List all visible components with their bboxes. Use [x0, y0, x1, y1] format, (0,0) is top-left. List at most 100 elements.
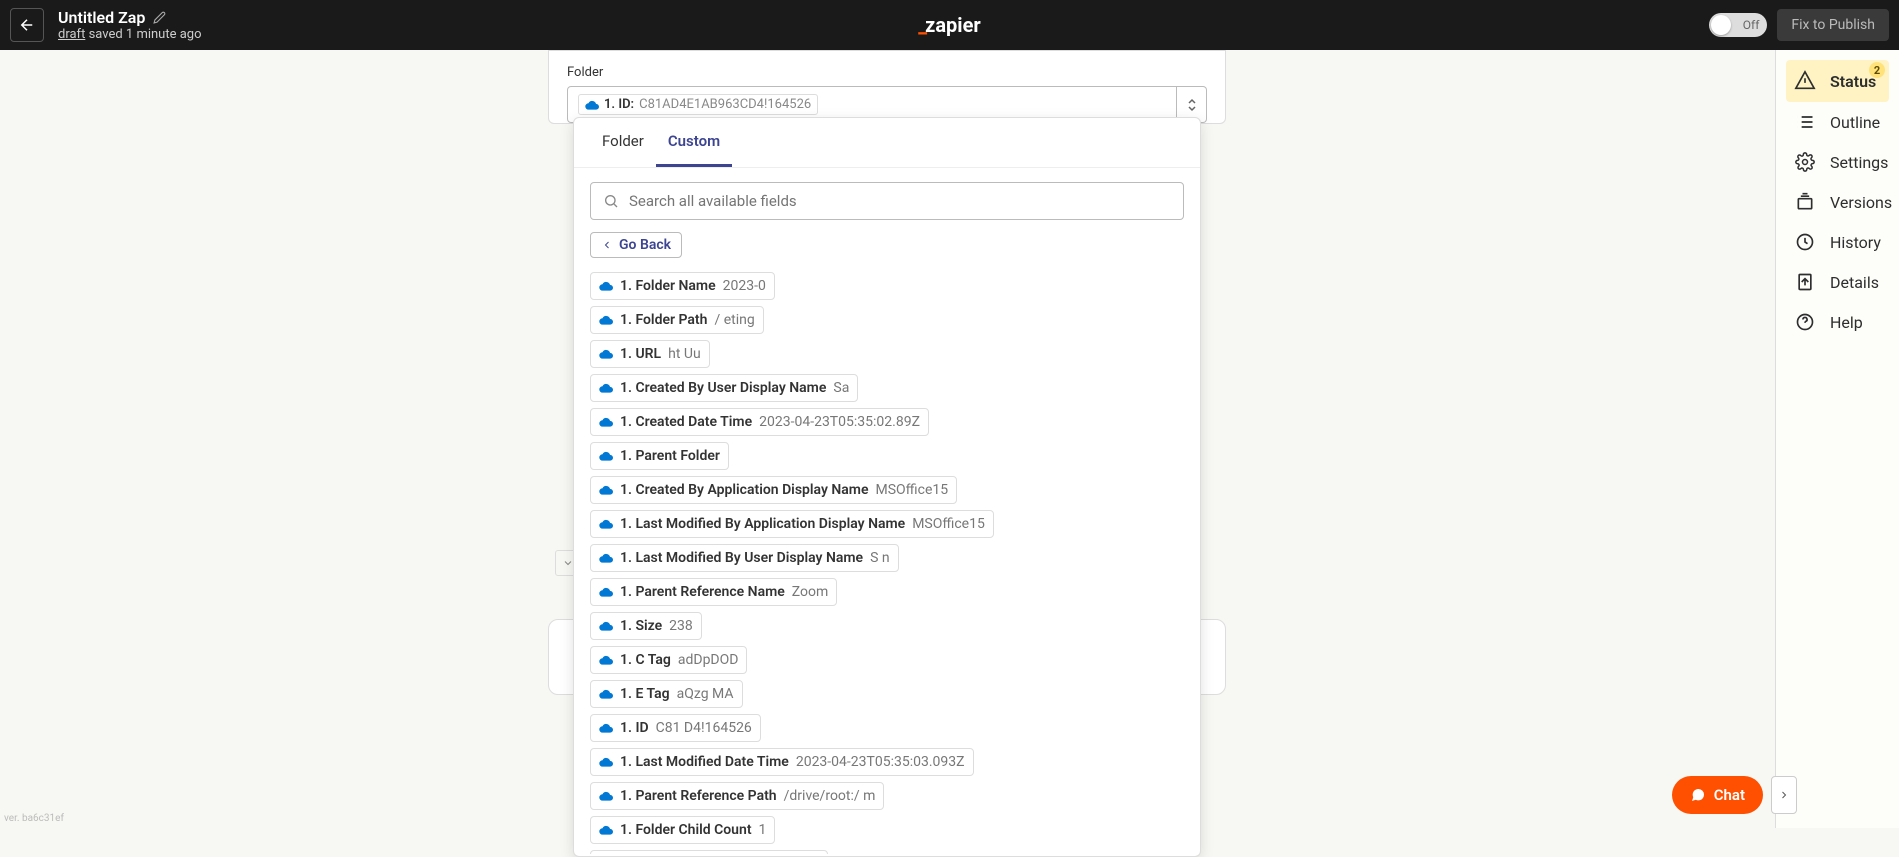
fix-to-publish-button[interactable]: Fix to Publish — [1777, 9, 1889, 41]
field-item[interactable]: 1. Created By Application Display Name M… — [590, 476, 957, 504]
chat-expand-button[interactable] — [1771, 776, 1797, 814]
field-name: 1. Parent Reference Path — [620, 788, 777, 804]
right-rail: Status 2 Outline Settings Versions Histo… — [1775, 50, 1899, 828]
field-item[interactable]: 1. Folder Name 2023-0 — [590, 272, 775, 300]
rail-status[interactable]: Status 2 — [1786, 60, 1889, 102]
field-name: 1. Folder Name — [620, 278, 716, 294]
saved-status: saved 1 minute ago — [89, 27, 202, 42]
field-item[interactable]: 1. Folder Path / eting — [590, 306, 764, 334]
field-item[interactable]: 1. Parent Reference Name Zoom — [590, 578, 837, 606]
back-button[interactable] — [10, 8, 44, 42]
field-item[interactable]: 1. Parent Reference Path /drive/root:/ m — [590, 782, 884, 810]
rail-versions[interactable]: Versions — [1786, 182, 1889, 222]
search-fields-text[interactable] — [629, 192, 1171, 210]
field-item[interactable]: 1. Created By User Display Name Sa — [590, 374, 858, 402]
field-item[interactable]: 1. Last Modified By User Display Name S … — [590, 544, 899, 572]
field-item[interactable]: 1. Created Date Time 2023-04-23T05:35:02… — [590, 408, 929, 436]
arrow-left-icon — [18, 16, 36, 34]
field-item[interactable]: 1. C Tag adDpDOD — [590, 646, 747, 674]
up-down-icon — [1186, 97, 1198, 113]
zap-title[interactable]: Untitled Zap — [58, 8, 145, 27]
rail-outline[interactable]: Outline — [1786, 102, 1889, 142]
tab-folder[interactable]: Folder — [590, 118, 656, 167]
field-name: 1. E Tag — [620, 686, 670, 702]
field-name: 1. Parent Folder — [620, 448, 720, 464]
title-block: Untitled Zap draft saved 1 minute ago — [58, 8, 202, 42]
status-badge: 2 — [1869, 62, 1885, 78]
rail-details[interactable]: Details — [1786, 262, 1889, 302]
rail-help[interactable]: Help — [1786, 302, 1889, 342]
chat-icon — [1690, 787, 1706, 803]
field-item[interactable]: 1. Folder Child Count 1 — [590, 816, 775, 844]
field-name: 1. Folder Path — [620, 312, 707, 328]
field-item[interactable]: 1. ID C81 D4!164526 — [590, 714, 761, 742]
zapier-logo: _zapier — [918, 13, 980, 37]
field-dropdown: Folder Custom Go Back 1. Folder Name 202… — [573, 117, 1201, 857]
folder-token[interactable]: 1. ID: C81AD4E1AB963CD4!164526 — [578, 94, 818, 115]
version-label: ver. ba6c31ef — [4, 813, 64, 824]
onedrive-icon — [599, 723, 613, 733]
field-value: ht Uu — [668, 346, 701, 362]
field-value: Sa — [833, 380, 849, 396]
field-list: 1. Folder Name 2023-0 1. Folder Path / et… — [590, 272, 1184, 854]
onedrive-icon — [599, 519, 613, 529]
onedrive-icon — [599, 757, 613, 767]
gear-icon — [1794, 152, 1816, 172]
field-name: 1. URL — [620, 346, 661, 362]
versions-icon — [1794, 192, 1816, 212]
field-value: MSOffice15 — [876, 482, 949, 498]
chat-button[interactable]: Chat — [1672, 776, 1763, 814]
onedrive-icon — [599, 587, 613, 597]
search-fields-input[interactable] — [590, 182, 1184, 220]
editor-panel: Folder 1. ID: C81AD4E1AB963CD4!164526 — [548, 50, 1226, 124]
details-icon — [1794, 272, 1816, 292]
warning-icon — [1794, 70, 1816, 92]
field-item[interactable]: 1. Parent Folder — [590, 442, 729, 470]
tab-custom[interactable]: Custom — [656, 118, 732, 167]
list-icon — [1794, 112, 1816, 132]
field-item[interactable]: 1. E Tag aQzg MA — [590, 680, 743, 708]
dropdown-tabs: Folder Custom — [574, 118, 1200, 168]
field-name: 1. Created Date Time — [620, 414, 752, 430]
field-name: 1. ID — [620, 720, 649, 736]
field-value: MSOffice15 — [912, 516, 985, 532]
onedrive-icon — [585, 100, 599, 110]
clock-icon — [1794, 232, 1816, 252]
field-value: 238 — [669, 618, 693, 634]
field-item[interactable]: 1. URL ht Uu — [590, 340, 710, 368]
publish-toggle[interactable]: Off — [1709, 13, 1767, 37]
field-item[interactable]: 1. Reactions Comment Count 0 — [590, 850, 828, 854]
field-value: 2023-04-23T05:35:03.093Z — [796, 754, 965, 770]
field-item[interactable]: 1. Last Modified By Application Display … — [590, 510, 994, 538]
field-name: 1. C Tag — [620, 652, 671, 668]
help-icon — [1794, 312, 1816, 332]
onedrive-icon — [599, 281, 613, 291]
onedrive-icon — [599, 383, 613, 393]
rail-history[interactable]: History — [1786, 222, 1889, 262]
go-back-button[interactable]: Go Back — [590, 232, 682, 258]
onedrive-icon — [599, 553, 613, 563]
field-value: / eting — [714, 312, 754, 328]
rail-settings[interactable]: Settings — [1786, 142, 1889, 182]
onedrive-icon — [599, 451, 613, 461]
field-name: 1. Last Modified Date Time — [620, 754, 789, 770]
field-name: 1. Created By Application Display Name — [620, 482, 869, 498]
onedrive-icon — [599, 485, 613, 495]
onedrive-icon — [599, 315, 613, 325]
field-name: 1. Last Modified By Application Display … — [620, 516, 905, 532]
field-name: 1. Last Modified By User Display Name — [620, 550, 863, 566]
field-value: /drive/root:/ m — [784, 788, 876, 804]
field-item[interactable]: 1. Last Modified Date Time 2023-04-23T05… — [590, 748, 974, 776]
field-value: aQzg MA — [677, 686, 734, 702]
folder-field-label: Folder — [567, 65, 1207, 80]
field-item[interactable]: 1. Size 238 — [590, 612, 702, 640]
field-value: C81 D4!164526 — [656, 720, 752, 736]
field-value: 1 — [759, 822, 767, 838]
field-value: 2023-0 — [723, 278, 766, 294]
field-value: adDpDOD — [678, 652, 739, 668]
draft-link[interactable]: draft — [58, 27, 85, 42]
field-name: 1. Parent Reference Name — [620, 584, 785, 600]
edit-icon[interactable] — [153, 11, 166, 24]
chevron-right-icon — [1778, 789, 1790, 801]
onedrive-icon — [599, 791, 613, 801]
